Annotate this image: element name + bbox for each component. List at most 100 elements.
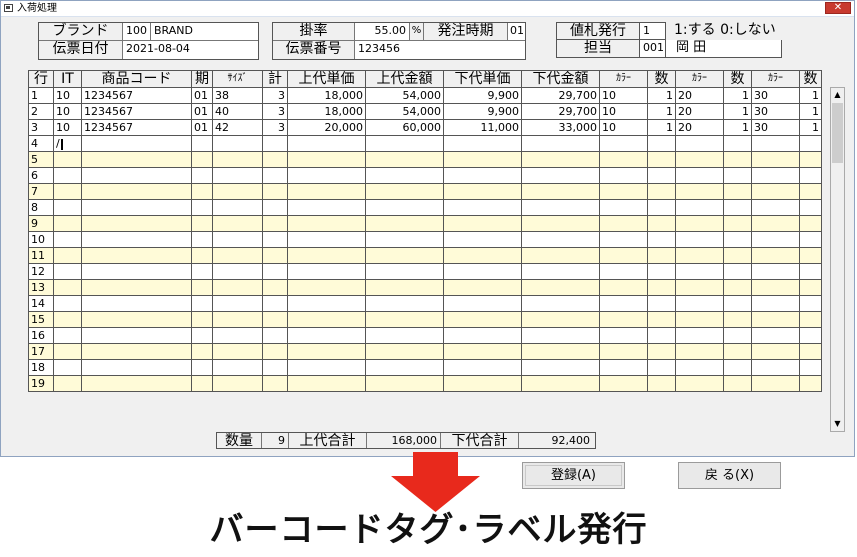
grid-cell[interactable]: 10	[599, 119, 648, 136]
register-button[interactable]: 登録(A)	[522, 462, 625, 489]
grid-cell[interactable]: 30	[751, 103, 800, 120]
grid-cell[interactable]	[365, 279, 444, 296]
table-row[interactable]: 1 10 1234567 01 38 3 18,000 54,000 9,900 29,700 10…	[28, 87, 822, 104]
grid-cell[interactable]	[212, 343, 263, 360]
grid-cell[interactable]: 54,000	[365, 87, 444, 104]
grid-cell[interactable]	[365, 151, 444, 168]
grid-cell[interactable]: 1	[647, 119, 676, 136]
grid-cell[interactable]	[365, 199, 444, 216]
grid-cell[interactable]	[191, 263, 213, 280]
grid-cell[interactable]	[799, 247, 822, 264]
grid-cell[interactable]	[191, 151, 213, 168]
grid-cell[interactable]: 3	[262, 87, 288, 104]
table-row[interactable]: 17	[28, 343, 822, 360]
grid-cell[interactable]	[751, 359, 800, 376]
grid-cell[interactable]	[751, 167, 800, 184]
grid-cell[interactable]	[647, 215, 676, 232]
grid-cell[interactable]: 1	[723, 87, 752, 104]
grid-cell[interactable]: 1	[647, 87, 676, 104]
grid-cell[interactable]: 33,000	[521, 119, 600, 136]
grid-cell[interactable]	[599, 279, 648, 296]
grid-cell[interactable]	[599, 327, 648, 344]
grid-cell[interactable]	[81, 327, 192, 344]
grid-cell[interactable]	[287, 311, 366, 328]
grid-cell[interactable]	[81, 199, 192, 216]
grid-cell[interactable]	[262, 231, 288, 248]
grid-cell[interactable]	[647, 263, 676, 280]
grid-cell[interactable]: 18,000	[287, 87, 366, 104]
grid-cell[interactable]	[287, 343, 366, 360]
grid-cell[interactable]: 1234567	[81, 103, 192, 120]
slip-number-field[interactable]: 123456	[354, 41, 525, 59]
grid-cell[interactable]	[53, 327, 82, 344]
grid-cell[interactable]	[53, 183, 82, 200]
grid-cell[interactable]: 20,000	[287, 119, 366, 136]
grid-cell[interactable]	[287, 375, 366, 392]
grid-cell[interactable]	[365, 247, 444, 264]
vertical-scrollbar[interactable]: ▲ ▼	[830, 87, 845, 432]
grid-cell[interactable]	[365, 183, 444, 200]
grid-cell[interactable]	[799, 295, 822, 312]
grid-cell[interactable]	[675, 215, 724, 232]
table-row[interactable]: 15	[28, 311, 822, 328]
grid-cell[interactable]	[799, 135, 822, 152]
grid-cell[interactable]	[799, 359, 822, 376]
grid-cell[interactable]: 20	[675, 103, 724, 120]
grid-cell[interactable]	[799, 183, 822, 200]
table-row[interactable]: 6	[28, 167, 822, 184]
grid-cell[interactable]	[723, 295, 752, 312]
grid-cell[interactable]: 1	[799, 87, 822, 104]
grid-cell[interactable]	[723, 199, 752, 216]
grid-cell[interactable]: 20	[675, 119, 724, 136]
grid-cell[interactable]: 18,000	[287, 103, 366, 120]
grid-cell[interactable]	[287, 327, 366, 344]
grid-cell[interactable]	[799, 151, 822, 168]
grid-cell[interactable]	[647, 343, 676, 360]
grid-cell[interactable]	[799, 167, 822, 184]
grid-cell[interactable]: 20	[675, 87, 724, 104]
grid-cell[interactable]	[647, 295, 676, 312]
grid-cell[interactable]	[262, 215, 288, 232]
grid-cell[interactable]	[799, 215, 822, 232]
grid-cell[interactable]	[751, 151, 800, 168]
table-row[interactable]: 7	[28, 183, 822, 200]
grid-cell[interactable]: 1	[723, 119, 752, 136]
grid-cell[interactable]	[191, 295, 213, 312]
grid-cell[interactable]	[443, 343, 522, 360]
grid-cell[interactable]	[443, 359, 522, 376]
grid-cell[interactable]	[443, 135, 522, 152]
grid-cell[interactable]	[751, 375, 800, 392]
table-row[interactable]: 9	[28, 215, 822, 232]
grid-cell[interactable]	[212, 247, 263, 264]
grid-cell[interactable]: 30	[751, 87, 800, 104]
scroll-up-icon[interactable]: ▲	[831, 88, 844, 102]
grid-cell[interactable]	[212, 183, 263, 200]
table-row[interactable]: 10	[28, 231, 822, 248]
grid-cell[interactable]	[365, 327, 444, 344]
grid-cell[interactable]	[53, 295, 82, 312]
grid-cell[interactable]	[443, 247, 522, 264]
table-row[interactable]: 12	[28, 263, 822, 280]
grid-cell[interactable]: 01	[191, 119, 213, 136]
brand-code-field[interactable]: 100	[122, 23, 150, 41]
grid-cell[interactable]	[81, 263, 192, 280]
grid-cell[interactable]	[443, 199, 522, 216]
grid-cell[interactable]	[191, 343, 213, 360]
table-row[interactable]: 18	[28, 359, 822, 376]
grid-cell[interactable]	[212, 167, 263, 184]
table-row[interactable]: 14	[28, 295, 822, 312]
table-row[interactable]: 5	[28, 151, 822, 168]
grid-cell[interactable]	[287, 231, 366, 248]
grid-cell[interactable]	[365, 359, 444, 376]
grid-cell[interactable]: 01	[191, 103, 213, 120]
grid-cell[interactable]	[751, 263, 800, 280]
grid-cell[interactable]	[365, 231, 444, 248]
grid-cell[interactable]	[191, 199, 213, 216]
grid-cell[interactable]	[262, 279, 288, 296]
grid-cell[interactable]	[599, 343, 648, 360]
grid-cell[interactable]	[53, 167, 82, 184]
grid-cell[interactable]	[212, 279, 263, 296]
grid-cell[interactable]	[599, 295, 648, 312]
grid-cell[interactable]	[675, 343, 724, 360]
grid-cell[interactable]: 54,000	[365, 103, 444, 120]
